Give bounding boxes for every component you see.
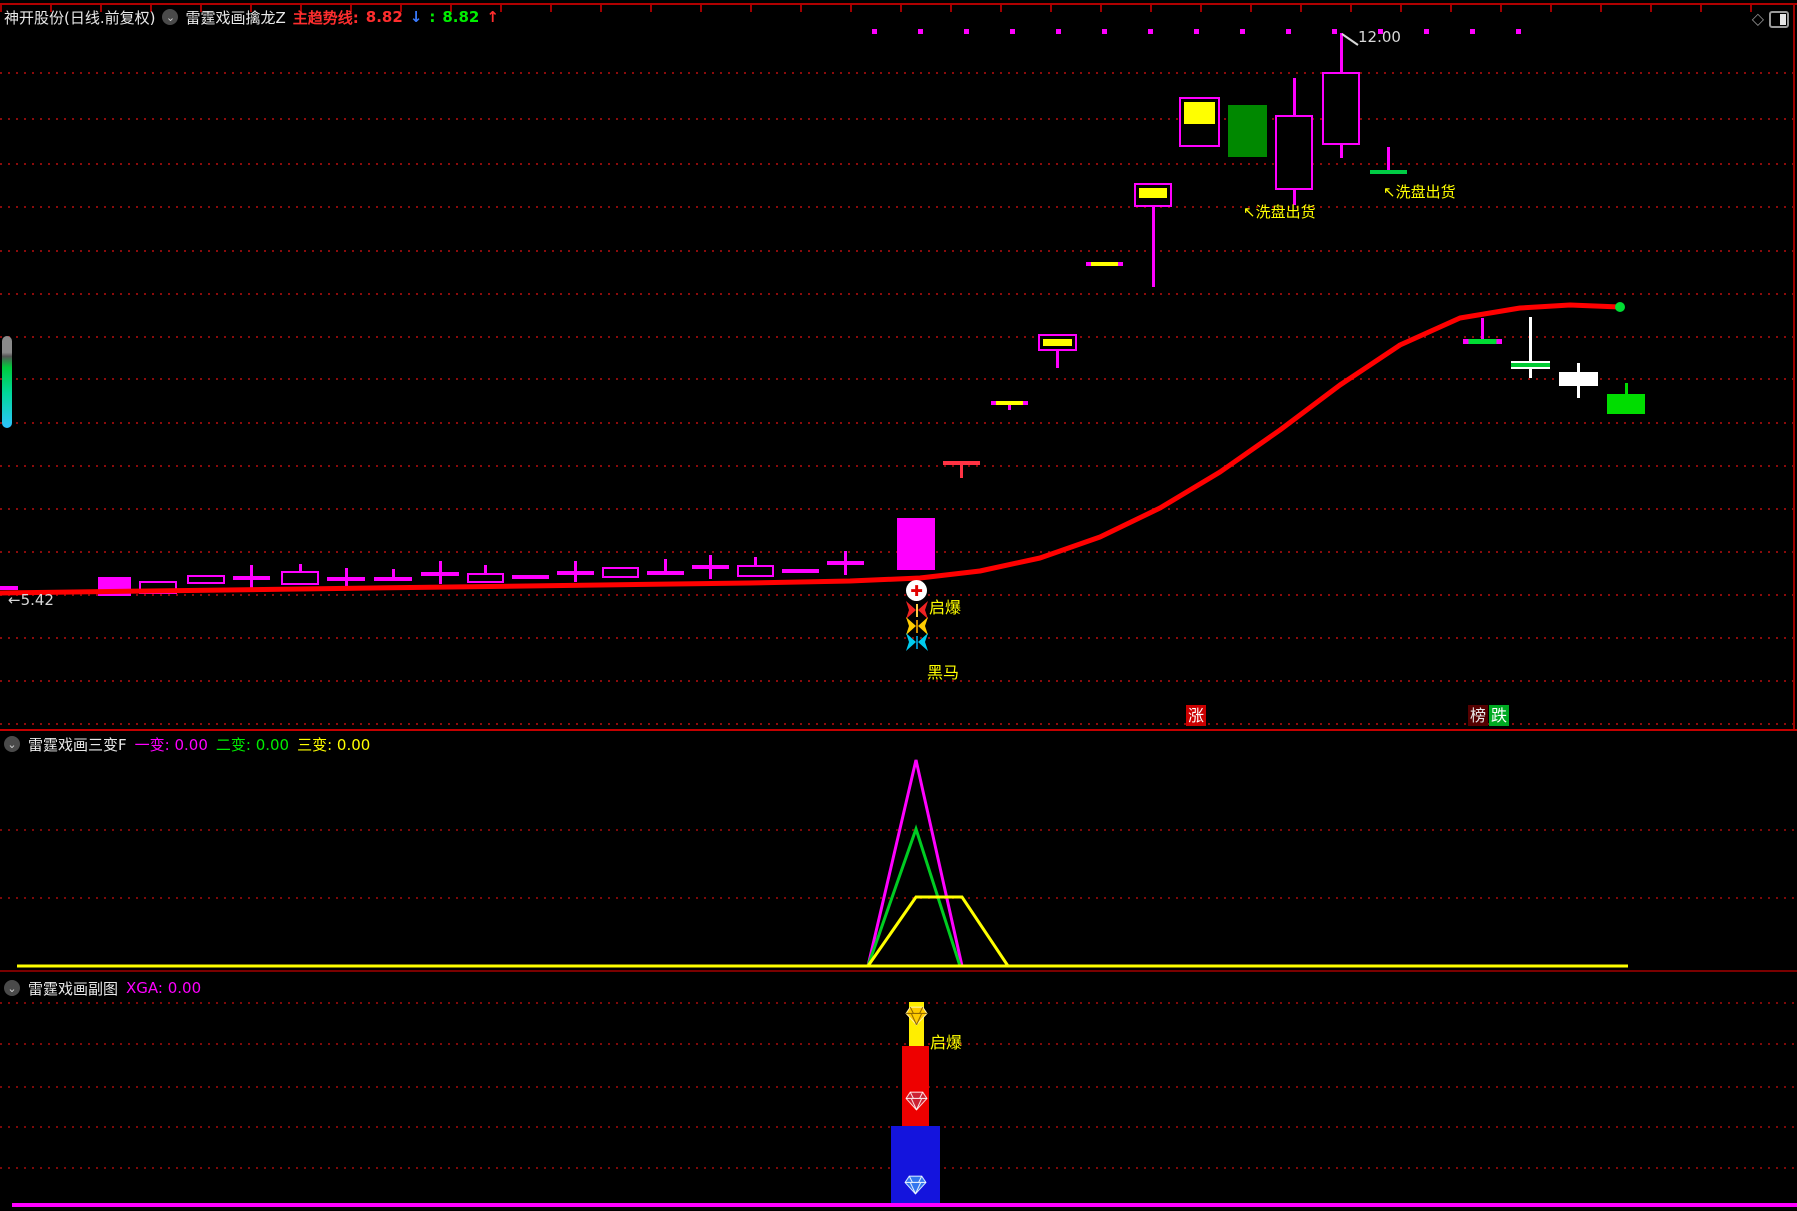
trend-value-2: 8.82 bbox=[442, 8, 480, 26]
collapse-chevron-icon[interactable]: ⌄ bbox=[162, 9, 179, 25]
labels-layer: 12.00 ←5.42 ↖洗盘出货 ↖洗盘出货 启爆 黑马 启爆涨榜跌 bbox=[0, 0, 1797, 1211]
panel2-title: 雷霆戏画三变F bbox=[28, 735, 127, 754]
chart-label: 12.00 bbox=[1358, 28, 1401, 46]
panel3-metric: XGA: 0.00 bbox=[126, 979, 202, 997]
panel2-metric-3: 三变: 0.00 bbox=[297, 735, 371, 754]
up-arrow-icon: ↑ bbox=[486, 8, 499, 26]
chart-label: ↖洗盘出货 bbox=[1243, 203, 1316, 221]
down-arrow-icon: ↓ bbox=[409, 8, 423, 26]
panel2-collapse-chevron-icon[interactable]: ⌄ bbox=[4, 736, 20, 752]
chart-label: ↖洗盘出货 bbox=[1383, 183, 1456, 201]
title-bar: 神开股份(日线.前复权) ⌄ 雷霆戏画擒龙Z 主趋势线: 8.82 ↓ : 8.… bbox=[4, 6, 499, 28]
diamond-icon[interactable]: ◇ bbox=[1752, 9, 1764, 28]
panel3-title: 雷霆戏画副图 bbox=[28, 979, 119, 998]
chart-label: ←5.42 bbox=[8, 591, 54, 609]
panel3-header: ⌄ 雷霆戏画副图 XGA: 0.00 bbox=[4, 977, 201, 999]
chart-label: 启爆 bbox=[929, 598, 962, 617]
trend-value: 8.82 bbox=[365, 8, 403, 26]
panel2-metric-1: 一变: 0.00 bbox=[134, 735, 208, 754]
panel2-header: ⌄ 雷霆戏画三变F 一变: 0.00 二变: 0.00 三变: 0.00 bbox=[4, 733, 370, 755]
marquee-badge: 跌 bbox=[1489, 705, 1510, 727]
marquee-badge: 榜 bbox=[1468, 705, 1489, 727]
marquee-badge: 涨 bbox=[1186, 705, 1207, 727]
panel3-collapse-chevron-icon[interactable]: ⌄ bbox=[4, 980, 20, 996]
trend-sep: : bbox=[429, 8, 436, 26]
panel2-metric-2: 二变: 0.00 bbox=[215, 735, 290, 754]
layout-panel-icon[interactable] bbox=[1769, 11, 1789, 28]
chart-label: 启爆 bbox=[930, 1033, 963, 1052]
trading-app-window: 神开股份(日线.前复权) ⌄ 雷霆戏画擒龙Z 主趋势线: 8.82 ↓ : 8.… bbox=[0, 0, 1797, 1211]
stock-title: 神开股份(日线.前复权) bbox=[4, 8, 156, 27]
chart-label: 黑马 bbox=[927, 663, 960, 682]
layout-panel-fill bbox=[1780, 14, 1786, 25]
trend-label: 主趋势线: bbox=[292, 8, 359, 27]
indicator-title: 雷霆戏画擒龙Z bbox=[185, 8, 286, 27]
